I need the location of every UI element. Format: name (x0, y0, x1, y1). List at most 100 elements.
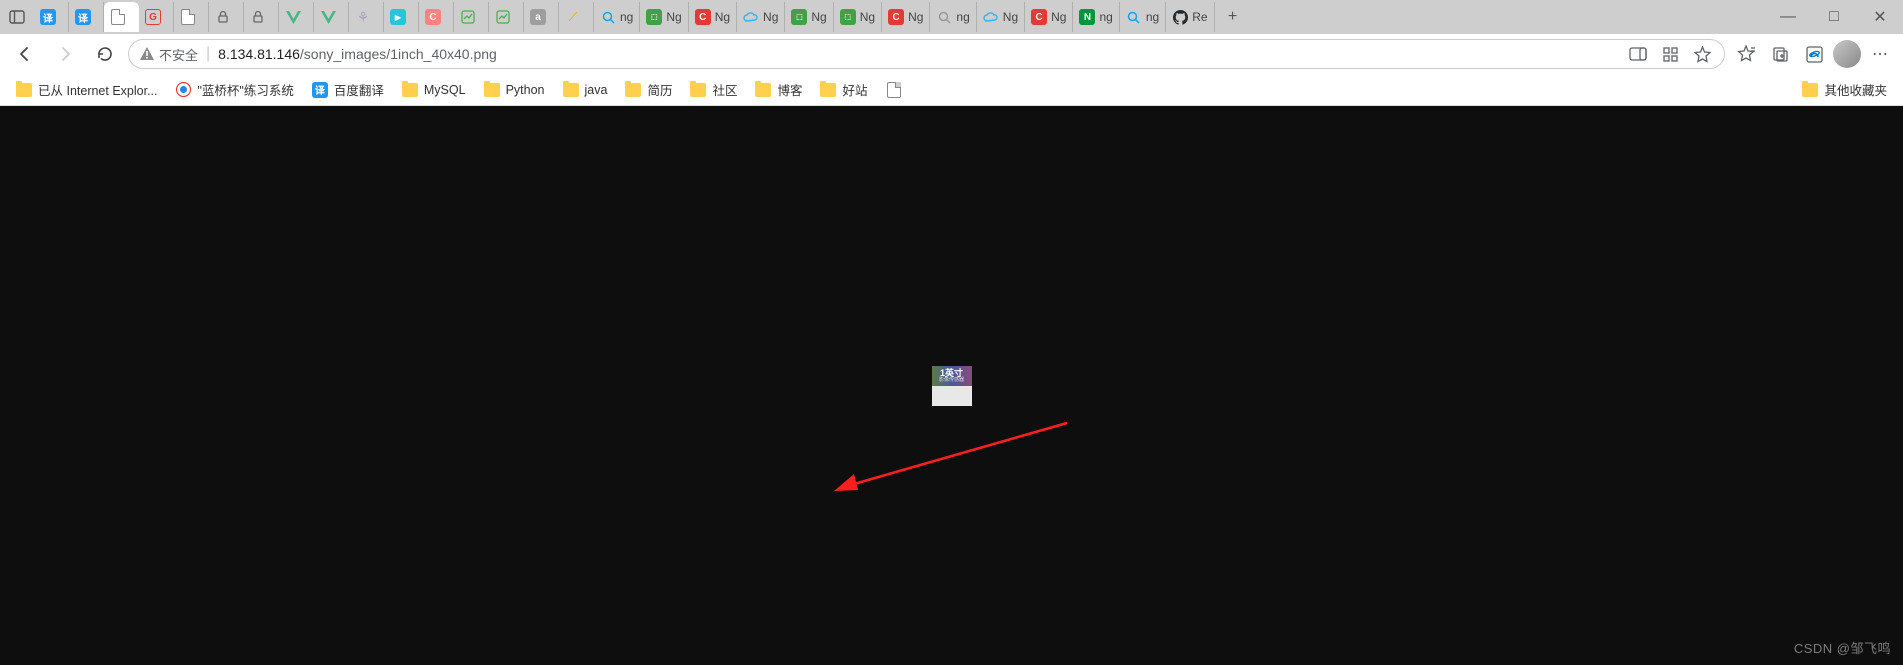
forward-button[interactable] (48, 37, 82, 71)
grid-icon[interactable] (1658, 42, 1682, 66)
tab[interactable]: CNg (689, 2, 737, 32)
profile-avatar[interactable] (1833, 40, 1861, 68)
bookmark-folder[interactable]: MySQL (394, 79, 474, 101)
close-button[interactable]: ✕ (1857, 0, 1903, 34)
translate-icon: 译 (312, 82, 328, 98)
bookmark-folder[interactable]: Python (476, 79, 553, 101)
tab-active[interactable] (104, 2, 139, 32)
cloud-icon (743, 9, 759, 25)
tab[interactable]: ng (594, 2, 640, 32)
folder-icon (402, 83, 418, 97)
lanqiao-icon (176, 82, 192, 98)
ext-icons: ⋯ (1731, 39, 1895, 69)
reader-icon[interactable] (1626, 42, 1650, 66)
toolbar: 不安全 | 8.134.81.146/sony_images/1inch_40x… (0, 34, 1903, 74)
tab[interactable]: ⬚Ng (640, 2, 688, 32)
ie-mode-icon[interactable] (1799, 39, 1829, 69)
tab[interactable]: ▶ (384, 2, 419, 32)
bookmark-page[interactable] (878, 78, 910, 102)
tab[interactable]: ⚘ (349, 2, 384, 32)
folder-icon (755, 83, 771, 97)
tab[interactable] (244, 2, 279, 32)
tab-panel-icon[interactable] (4, 4, 30, 30)
chart-icon (495, 9, 511, 25)
folder-icon (625, 83, 641, 97)
page-icon (181, 9, 195, 25)
other-bookmarks[interactable]: 其他收藏夹 (1794, 76, 1895, 103)
folder-icon (690, 83, 706, 97)
tab[interactable]: C (419, 2, 454, 32)
bilibili-icon: ▶ (390, 9, 406, 25)
folder-icon (820, 83, 836, 97)
tab[interactable]: ⬚Ng (834, 2, 882, 32)
content-viewport: 1英寸 影像传感器 CSDN @邹飞鸣 (0, 106, 1903, 665)
security-label: 不安全 (159, 45, 198, 64)
tab[interactable]: ⟋ (559, 2, 594, 32)
app-menu-button[interactable]: ⋯ (1865, 39, 1895, 69)
tab[interactable]: Nng (1073, 2, 1119, 32)
tab[interactable]: 译 (69, 2, 104, 32)
warning-icon (139, 46, 155, 62)
tab[interactable]: Ng (737, 2, 785, 32)
search-icon (936, 9, 952, 25)
tab[interactable]: ⬚Ng (785, 2, 833, 32)
tab[interactable] (279, 2, 314, 32)
security-indicator[interactable]: 不安全 (139, 45, 198, 64)
paw-icon: ⚘ (355, 9, 371, 25)
search-icon (600, 9, 616, 25)
bookmark-folder[interactable]: 社区 (682, 76, 745, 103)
tab[interactable]: Re (1166, 2, 1214, 32)
lock-icon (215, 9, 231, 25)
vue-icon (320, 9, 336, 25)
tab[interactable]: CNg (882, 2, 930, 32)
bookmark-folder[interactable]: java (555, 79, 616, 101)
bookmark-lanqiao[interactable]: "蓝桥杯"练习系统 (168, 76, 302, 103)
tab[interactable]: G (139, 2, 174, 32)
bookmark-translate[interactable]: 译百度翻译 (304, 76, 392, 103)
tab[interactable] (209, 2, 244, 32)
tab[interactable]: ng (930, 2, 976, 32)
wave-icon: ⟋ (565, 9, 581, 25)
tab[interactable] (174, 2, 209, 32)
cloud-icon (983, 9, 999, 25)
page-icon (887, 82, 901, 98)
search-icon (1126, 9, 1142, 25)
refresh-button[interactable] (88, 37, 122, 71)
vue-icon (285, 9, 301, 25)
bookmark-folder[interactable]: 已从 Internet Explor... (8, 76, 166, 103)
tab[interactable] (454, 2, 489, 32)
bookmark-folder[interactable]: 简历 (617, 76, 680, 103)
new-tab-button[interactable]: + (1219, 3, 1247, 31)
bookmark-folder[interactable]: 好站 (812, 76, 875, 103)
tab[interactable]: Ng (977, 2, 1025, 32)
favorites-icon[interactable] (1731, 39, 1761, 69)
separator: | (206, 45, 210, 63)
collections-icon[interactable] (1765, 39, 1795, 69)
star-icon[interactable] (1690, 42, 1714, 66)
tab[interactable]: a (524, 2, 559, 32)
minimize-button[interactable]: — (1765, 0, 1811, 34)
watermark: CSDN @邹飞鸣 (1794, 638, 1891, 657)
folder-icon (563, 83, 579, 97)
back-button[interactable] (8, 37, 42, 71)
bookmarks-bar: 已从 Internet Explor... "蓝桥杯"练习系统 译百度翻译 My… (0, 74, 1903, 106)
folder-icon (16, 83, 32, 97)
tab[interactable]: CNg (1025, 2, 1073, 32)
maximize-button[interactable]: □ (1811, 0, 1857, 34)
lock-icon (250, 9, 266, 25)
tab[interactable]: ng (1120, 2, 1166, 32)
tab-strip: 译 译 G ⚘ ▶ C a ⟋ ng ⬚Ng CNg Ng ⬚Ng ⬚Ng CN… (0, 0, 1903, 34)
tab[interactable] (489, 2, 524, 32)
address-bar[interactable]: 不安全 | 8.134.81.146/sony_images/1inch_40x… (128, 39, 1725, 69)
folder-icon (1802, 83, 1818, 97)
bookmark-folder[interactable]: 博客 (747, 76, 810, 103)
url-display: 8.134.81.146/sony_images/1inch_40x40.png (218, 46, 497, 62)
tab[interactable] (314, 2, 349, 32)
image-content: 1英寸 影像传感器 (932, 366, 972, 406)
page-icon (111, 9, 125, 25)
annotation-arrow (832, 418, 1072, 498)
folder-icon (484, 83, 500, 97)
tab[interactable]: 译 (34, 2, 69, 32)
window-controls: — □ ✕ (1765, 0, 1903, 34)
chart-icon (460, 9, 476, 25)
